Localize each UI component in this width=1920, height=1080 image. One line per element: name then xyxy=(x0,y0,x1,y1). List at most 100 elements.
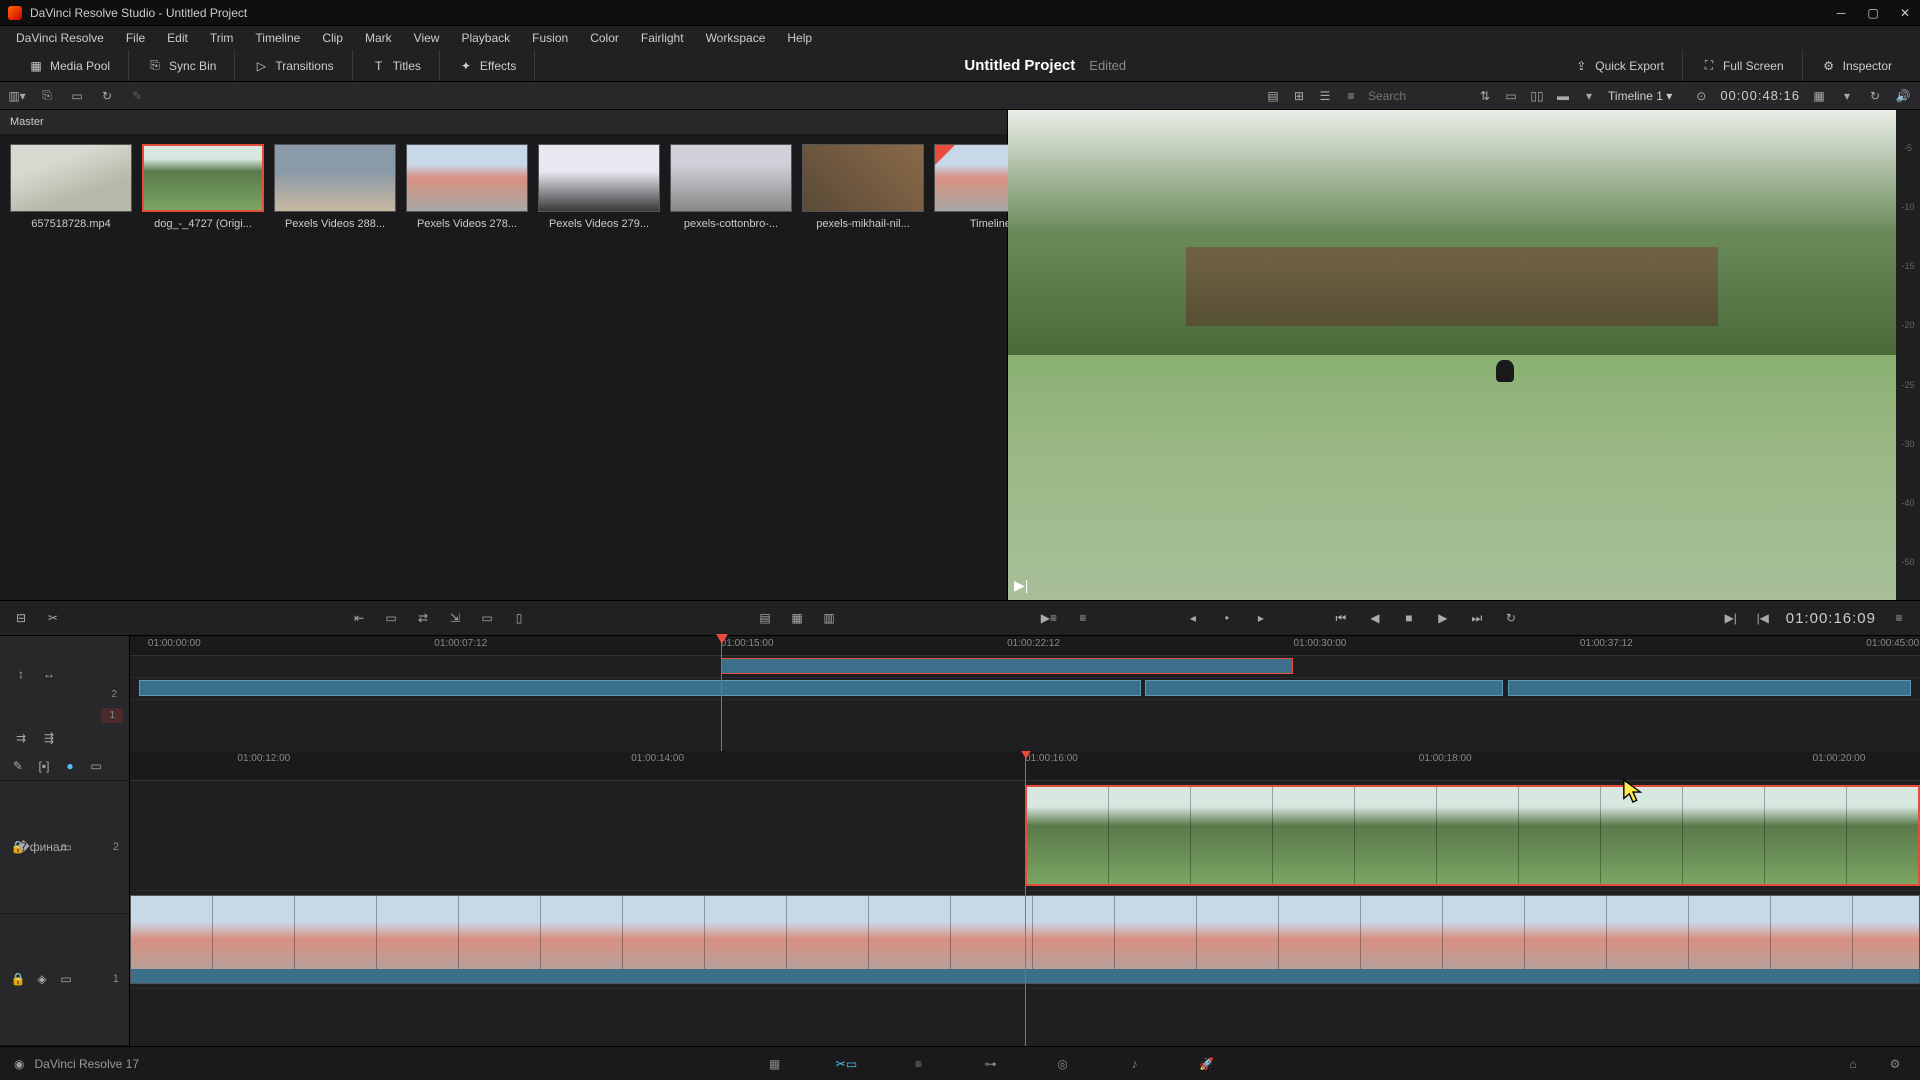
tc-options-icon[interactable]: ▦ xyxy=(1810,89,1828,103)
viewer-single-icon[interactable]: ▭ xyxy=(1502,89,1520,103)
view-metadata-icon[interactable]: ▤ xyxy=(1264,89,1282,103)
home-icon[interactable]: ⌂ xyxy=(1842,1053,1864,1075)
import-folder-icon[interactable]: ▭ xyxy=(68,89,86,103)
track-enable-icon[interactable]: ▭ xyxy=(58,971,74,987)
mini-clip[interactable] xyxy=(1145,680,1503,696)
view-list-icon[interactable]: ☰ xyxy=(1316,89,1334,103)
clip-item[interactable]: Pexels Videos 278... xyxy=(406,144,528,230)
mini-ruler[interactable]: 01:00:00:0001:00:07:1201:00:15:0001:00:2… xyxy=(130,636,1920,656)
mini-track-2[interactable] xyxy=(130,656,1920,678)
jog-dot-icon[interactable]: • xyxy=(1218,609,1236,627)
titles-button[interactable]: T Titles xyxy=(363,54,429,78)
fit-icon[interactable]: ⇲ xyxy=(446,609,464,627)
go-in-icon[interactable]: ▶| xyxy=(1722,609,1740,627)
clip-item[interactable]: 657518728.mp4 xyxy=(10,144,132,230)
menu-timeline[interactable]: Timeline xyxy=(245,28,310,48)
track-header-v2[interactable]: 🔒 �финал ▭ 2 xyxy=(0,781,129,914)
minimize-button[interactable]: ─ xyxy=(1834,6,1848,20)
replace-icon[interactable]: ⇄ xyxy=(414,609,432,627)
tools-c-icon[interactable]: ▥ xyxy=(820,609,838,627)
viewer-mode-a-icon[interactable]: ▶≡ xyxy=(1040,609,1058,627)
sync-bin-button[interactable]: ⎘ Sync Bin xyxy=(139,54,224,78)
clip-item[interactable]: pexels-mikhail-nil... xyxy=(802,144,924,230)
sort-icon[interactable]: ⇅ xyxy=(1476,89,1494,103)
menu-playback[interactable]: Playback xyxy=(451,28,520,48)
flag-icon[interactable]: ▭ xyxy=(88,758,104,774)
auto-select-icon[interactable]: ◈ xyxy=(34,971,50,987)
bypass-icon[interactable]: ▾ xyxy=(1838,89,1856,103)
quick-export-button[interactable]: ⇪ Quick Export xyxy=(1565,54,1672,78)
menu-edit[interactable]: Edit xyxy=(157,28,198,48)
snap-icon[interactable]: ✎ xyxy=(10,758,26,774)
maximize-button[interactable]: ▢ xyxy=(1866,6,1880,20)
full-screen-button[interactable]: ⛶ Full Screen xyxy=(1693,54,1792,78)
bin-list-icon[interactable]: ▥▾ xyxy=(8,89,26,103)
search-input[interactable] xyxy=(1368,89,1468,103)
jog-next-icon[interactable]: ▸ xyxy=(1252,609,1270,627)
stop-button[interactable]: ■ xyxy=(1400,609,1418,627)
link-icon[interactable]: ● xyxy=(62,758,78,774)
prev-frame-button[interactable]: ◀ xyxy=(1366,609,1384,627)
match-frame-icon[interactable]: ⊙ xyxy=(1692,89,1710,103)
page-fairlight-icon[interactable]: ♪ xyxy=(1124,1053,1146,1075)
go-out-icon[interactable]: |◀ xyxy=(1754,609,1772,627)
clip-v2[interactable] xyxy=(1025,785,1920,886)
clip-item[interactable]: Pexels Videos 279... xyxy=(538,144,660,230)
transitions-button[interactable]: ▷ Transitions xyxy=(245,54,341,78)
menu-workspace[interactable]: Workspace xyxy=(696,28,776,48)
insert-icon[interactable]: ⇤ xyxy=(350,609,368,627)
menu-fusion[interactable]: Fusion xyxy=(522,28,578,48)
loop-playback-button[interactable]: ↻ xyxy=(1502,609,1520,627)
effects-button[interactable]: ✦ Effects xyxy=(450,54,524,78)
timeline-selector[interactable]: Timeline 1 ▾ xyxy=(1598,89,1682,103)
tool-selection-icon[interactable]: ⊟ xyxy=(12,609,30,627)
mini-playhead[interactable] xyxy=(721,636,722,751)
loop-icon[interactable]: ↻ xyxy=(1866,89,1884,103)
first-frame-button[interactable]: ⏮ xyxy=(1332,609,1350,627)
inspector-button[interactable]: ⚙ Inspector xyxy=(1813,54,1900,78)
mini-track-1[interactable] xyxy=(130,678,1920,700)
track-header-v1[interactable]: 🔒 ◈ ▭ 1 xyxy=(0,914,129,1047)
play-button[interactable]: ▶ xyxy=(1434,609,1452,627)
menu-help[interactable]: Help xyxy=(777,28,822,48)
mini-tool-b-icon[interactable]: ↔ xyxy=(40,667,58,681)
viewer-cinema-icon[interactable]: ▬ xyxy=(1554,89,1572,103)
mini-tool-c-icon[interactable]: ⇉ xyxy=(12,731,30,745)
auto-select-icon[interactable]: �финал xyxy=(34,839,50,855)
bin-path[interactable]: Master xyxy=(0,110,1007,134)
menu-color[interactable]: Color xyxy=(580,28,629,48)
page-cut-icon[interactable]: ✂▭ xyxy=(836,1053,858,1075)
viewer-options-icon[interactable]: ▾ xyxy=(1580,89,1598,103)
speaker-icon[interactable]: 🔊 xyxy=(1894,89,1912,103)
viewer-mode-b-icon[interactable]: ≡ xyxy=(1074,609,1092,627)
menu-file[interactable]: File xyxy=(116,28,155,48)
close-button[interactable]: ✕ xyxy=(1898,6,1912,20)
clip-item[interactable]: Pexels Videos 288... xyxy=(274,144,396,230)
menu-clip[interactable]: Clip xyxy=(312,28,353,48)
track-enable-icon[interactable]: ▭ xyxy=(58,839,74,855)
mini-tool-d-icon[interactable]: ⇶ xyxy=(40,731,58,745)
lock-icon[interactable]: 🔒 xyxy=(10,971,26,987)
menu-mark[interactable]: Mark xyxy=(355,28,402,48)
refresh-icon[interactable]: ↻ xyxy=(98,89,116,103)
menu-trim[interactable]: Trim xyxy=(200,28,244,48)
detail-playhead[interactable] xyxy=(1025,751,1026,1046)
append-icon[interactable]: ▭ xyxy=(478,609,496,627)
menu-fairlight[interactable]: Fairlight xyxy=(631,28,694,48)
tools-b-icon[interactable]: ▦ xyxy=(788,609,806,627)
mini-tool-a-icon[interactable]: ↕ xyxy=(12,667,30,681)
page-deliver-icon[interactable]: 🚀 xyxy=(1196,1053,1218,1075)
mini-clip[interactable] xyxy=(721,658,1294,674)
import-icon[interactable]: ⎘ xyxy=(38,89,56,103)
overwrite-icon[interactable]: ▭ xyxy=(382,609,400,627)
view-strip-icon[interactable]: ≡ xyxy=(1342,89,1360,103)
page-media-icon[interactable]: ▦ xyxy=(764,1053,786,1075)
mini-clip[interactable] xyxy=(139,680,1141,696)
mini-clip[interactable] xyxy=(1508,680,1911,696)
media-pool-button[interactable]: ▦ Media Pool xyxy=(20,54,118,78)
tools-a-icon[interactable]: ▤ xyxy=(756,609,774,627)
menu-view[interactable]: View xyxy=(404,28,450,48)
page-color-icon[interactable]: ◎ xyxy=(1052,1053,1074,1075)
view-thumb-icon[interactable]: ⊞ xyxy=(1290,89,1308,103)
tool-blade-icon[interactable]: ✂ xyxy=(44,609,62,627)
